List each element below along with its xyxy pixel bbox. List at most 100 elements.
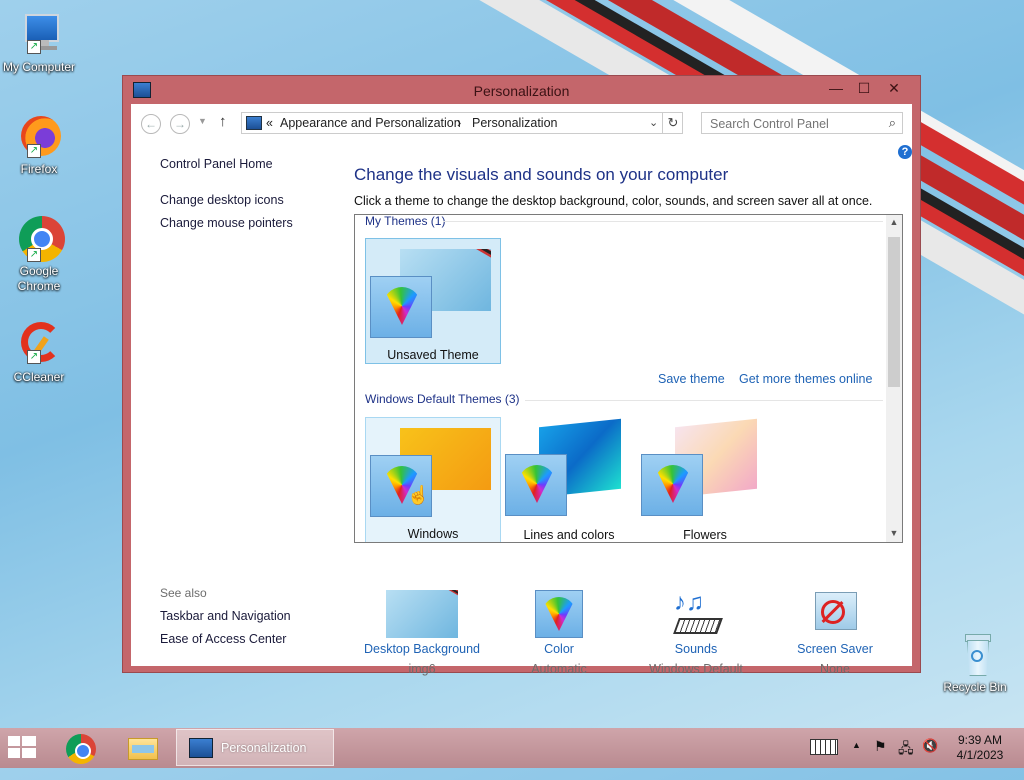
control-panel-home-link[interactable]: Control Panel Home xyxy=(160,157,273,171)
start-button[interactable] xyxy=(8,736,38,760)
theme-name: Unsaved Theme xyxy=(387,348,479,362)
arrow-right-icon: → xyxy=(174,117,186,131)
address-bar[interactable]: « Appearance and Personalization › Perso… xyxy=(241,112,683,134)
window-client-area: ← → ▼ ↑ « Appearance and Personalization… xyxy=(131,104,912,676)
scrollbar-thumb[interactable] xyxy=(888,237,900,387)
arrow-left-icon: ← xyxy=(145,117,157,131)
color-thumbnail xyxy=(523,590,595,638)
folder-icon xyxy=(128,738,158,760)
recent-pages-dropdown[interactable]: ▼ xyxy=(198,116,207,126)
theme-lines-and-colors[interactable]: Lines and colors xyxy=(501,417,637,542)
theme-name: Flowers xyxy=(683,528,727,542)
desktop-icon-firefox[interactable]: ↗ Firefox xyxy=(0,112,78,177)
scroll-down-icon[interactable]: ▼ xyxy=(886,528,902,538)
screen-saver-setting[interactable]: Screen Saver None xyxy=(770,590,900,676)
setting-label[interactable]: Color xyxy=(494,642,624,656)
ease-of-access-link[interactable]: Ease of Access Center xyxy=(160,632,286,646)
color-setting[interactable]: Color Automatic xyxy=(494,590,624,676)
help-icon[interactable]: ? xyxy=(898,145,912,159)
sounds-setting[interactable]: ♪♫ Sounds Windows Default xyxy=(631,590,761,677)
system-clock[interactable]: 9:39 AM 4/1/2023 xyxy=(950,733,1010,763)
clock-time: 9:39 AM xyxy=(957,733,1003,747)
breadcrumb-separator: › xyxy=(457,116,462,130)
scroll-up-icon[interactable]: ▲ xyxy=(886,217,902,227)
touch-keyboard-icon[interactable] xyxy=(810,739,838,755)
taskbar-chrome-button[interactable] xyxy=(64,732,98,766)
setting-label[interactable]: Desktop Background xyxy=(357,642,487,656)
recycle-bin-icon xyxy=(951,630,999,678)
windows-logo-icon xyxy=(8,736,36,760)
window-title: Personalization xyxy=(473,83,570,99)
forward-button[interactable]: → xyxy=(170,114,190,134)
color-fan-icon xyxy=(542,597,576,631)
theme-flowers[interactable]: Flowers xyxy=(637,417,773,542)
my-themes-label: My Themes (1) xyxy=(365,214,446,228)
show-hidden-icons-icon[interactable]: ▲ xyxy=(852,740,861,780)
search-input[interactable] xyxy=(708,114,882,134)
save-theme-link[interactable]: Save theme xyxy=(658,372,725,386)
desktop-background-setting[interactable]: Desktop Background img6 xyxy=(357,590,487,676)
setting-value: Automatic xyxy=(531,662,587,676)
desktop-background-thumbnail xyxy=(386,590,458,638)
setting-value: img6 xyxy=(408,662,436,676)
change-desktop-icons-link[interactable]: Change desktop icons xyxy=(160,193,284,207)
refresh-button[interactable]: ↻ xyxy=(662,113,683,133)
address-dropdown-icon[interactable]: ⌄ xyxy=(649,116,658,129)
chrome-icon xyxy=(66,734,96,764)
desktop-icon-google-chrome[interactable]: ↗ Google Chrome xyxy=(0,214,78,294)
maximize-button[interactable]: ☐ xyxy=(849,78,879,98)
desktop-icon-recycle-bin[interactable]: Recycle Bin xyxy=(936,630,1014,695)
arrow-up-icon: ↑ xyxy=(219,113,227,130)
volume-muted-icon[interactable]: 🔇 xyxy=(922,738,938,778)
close-button[interactable]: ✕ xyxy=(879,78,909,98)
setting-label[interactable]: Screen Saver xyxy=(770,642,900,656)
desktop-icon-ccleaner[interactable]: ↗ CCleaner xyxy=(0,320,78,385)
chevron-down-icon: ▼ xyxy=(198,116,207,126)
divider xyxy=(443,221,883,222)
search-icon[interactable]: ⌕ xyxy=(889,115,896,131)
network-icon[interactable]: 🖧 xyxy=(898,738,914,778)
taskbar-file-explorer-button[interactable] xyxy=(126,734,160,764)
search-box[interactable]: ⌕ xyxy=(701,112,903,134)
sounds-icon: ♪♫ xyxy=(660,590,732,638)
taskbar-personalization-button[interactable]: Personalization xyxy=(176,729,334,766)
taskbar-navigation-link[interactable]: Taskbar and Navigation xyxy=(160,609,291,623)
theme-windows[interactable]: Windows xyxy=(365,417,501,542)
theme-name: Windows xyxy=(407,527,459,541)
breadcrumb-prefix[interactable]: « xyxy=(266,116,273,130)
desktop-icon-my-computer[interactable]: ↗ My Computer xyxy=(0,10,78,75)
setting-label[interactable]: Sounds xyxy=(631,642,761,656)
up-button[interactable]: ↑ xyxy=(219,113,227,130)
screen-saver-icon xyxy=(799,590,871,638)
title-bar[interactable]: Personalization — ☐ ✕ xyxy=(123,76,920,104)
chrome-icon: ↗ xyxy=(15,214,65,262)
shortcut-arrow-icon: ↗ xyxy=(27,40,41,54)
control-panel-icon xyxy=(246,116,262,130)
color-fan-icon xyxy=(383,287,421,325)
taskbar: Personalization ▲ ⚑ 🖧 🔇 9:39 AM 4/1/2023 xyxy=(0,728,1024,768)
change-mouse-pointers-link[interactable]: Change mouse pointers xyxy=(160,216,293,230)
breadcrumb-appearance[interactable]: Appearance and Personalization xyxy=(280,116,461,130)
taskbar-item-label: Personalization xyxy=(221,741,307,755)
theme-list: My Themes (1) Unsaved Theme Save theme G… xyxy=(354,214,903,543)
theme-name: Lines and colors xyxy=(523,528,615,542)
back-button[interactable]: ← xyxy=(141,114,161,134)
get-more-themes-link[interactable]: Get more themes online xyxy=(739,372,872,386)
color-fan-icon xyxy=(518,465,556,503)
minimize-button[interactable]: — xyxy=(821,78,851,98)
clock-date: 4/1/2023 xyxy=(956,748,1004,762)
ccleaner-icon: ↗ xyxy=(15,320,63,368)
breadcrumb-personalization[interactable]: Personalization xyxy=(472,116,557,130)
divider xyxy=(525,400,883,401)
see-also-label: See also xyxy=(160,586,207,600)
page-title: Change the visuals and sounds on your co… xyxy=(354,165,729,184)
action-center-flag-icon[interactable]: ⚑ xyxy=(874,738,887,778)
page-description: Click a theme to change the desktop back… xyxy=(354,194,873,208)
shortcut-arrow-icon: ↗ xyxy=(27,350,41,364)
setting-value: None xyxy=(820,662,850,676)
color-tile xyxy=(641,454,703,516)
shortcut-arrow-icon: ↗ xyxy=(27,144,41,158)
shortcut-arrow-icon: ↗ xyxy=(27,248,41,262)
theme-list-scrollbar[interactable]: ▲ ▼ xyxy=(886,215,902,542)
theme-unsaved[interactable]: Unsaved Theme xyxy=(365,238,501,364)
